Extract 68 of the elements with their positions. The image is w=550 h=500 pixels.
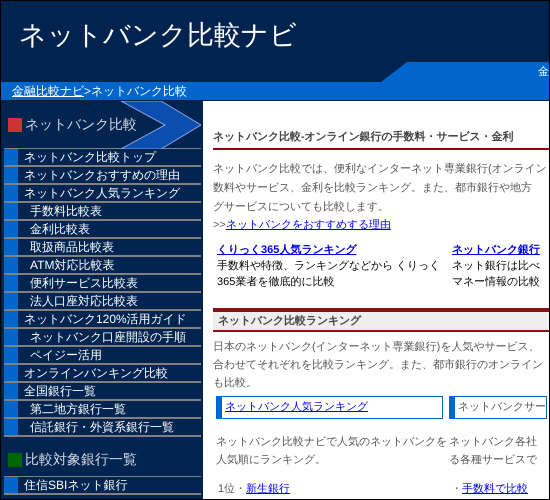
sidebar-link[interactable]: 手数料比較表 bbox=[30, 202, 102, 220]
column-description: ネットバンク各社 bbox=[449, 435, 537, 450]
sidebar-link[interactable]: 便利サービス比較表 bbox=[30, 274, 138, 292]
tab-label[interactable]: 金 bbox=[538, 64, 549, 80]
bullet-square-icon bbox=[4, 221, 18, 237]
bullet-square-icon bbox=[4, 257, 18, 273]
section-title: ネットバンク比較 bbox=[25, 115, 137, 134]
bullet-square-icon bbox=[4, 149, 18, 165]
sidebar-link[interactable]: ネットバンク120%活用ガイド bbox=[24, 310, 187, 328]
bullet-square-icon bbox=[4, 293, 18, 309]
sidebar-link[interactable]: オンラインバンキング比較 bbox=[24, 364, 168, 382]
feature-description: マネー情報の比較 bbox=[452, 275, 540, 290]
entry-prefix: ・ bbox=[451, 483, 462, 495]
sidebar-link[interactable]: 取扱商品比較表 bbox=[30, 238, 114, 256]
column-description: る各種サービスで bbox=[449, 453, 537, 468]
sidebar-link[interactable]: ペイジー活用 bbox=[30, 346, 102, 364]
sidebar-link[interactable]: 法人口座対応比較表 bbox=[30, 292, 138, 310]
bullet-square-icon bbox=[4, 311, 18, 327]
bullet-square-icon bbox=[4, 383, 18, 399]
bullet-square-icon bbox=[4, 203, 18, 219]
feature-link[interactable]: ネットバンク銀行 bbox=[452, 242, 540, 258]
sidebar-link[interactable]: 第二地方銀行一覧 bbox=[30, 400, 126, 418]
site-title: ネットバンク比較ナビ bbox=[19, 19, 297, 52]
sidebar-link[interactable]: 金利比較表 bbox=[30, 220, 90, 238]
entry-link[interactable]: 手数料で比較 bbox=[462, 483, 528, 495]
entry-prefix: 1位・ bbox=[218, 483, 246, 495]
bullet-square-icon bbox=[4, 419, 18, 435]
paragraph-line: 日本のネットバンク(インターネット専業銀行)を人気やサービス、 bbox=[213, 340, 540, 355]
tab-label: ネットバンクサー bbox=[458, 400, 546, 416]
section-heading: ネットバンク比較ランキング bbox=[213, 308, 549, 332]
bullet-square-icon bbox=[4, 477, 18, 493]
paragraph-line: ネットバンク比較では、便利なインターネット専業銀行(オンライン bbox=[213, 162, 548, 176]
bullet-square-icon bbox=[4, 185, 18, 201]
sidebar-link[interactable]: 信託銀行・外資系銀行一覧 bbox=[30, 418, 174, 436]
paragraph-line: 合わせてそれぞれを比較ランキング。また、都市銀行のオンライン bbox=[213, 358, 544, 373]
paragraph-line: も比較。 bbox=[213, 376, 258, 391]
bullet-square-icon bbox=[4, 347, 18, 363]
paragraph-line: グサービスについても比較します。 bbox=[213, 200, 390, 214]
feature-description: 手数料や特徴、ランキングなどから くりっく bbox=[217, 259, 440, 274]
feature-description: 365業者を徹底的に比較 bbox=[217, 274, 334, 290]
bullet-square-icon bbox=[4, 401, 18, 417]
feature-description: ネット銀行は比べ bbox=[452, 259, 540, 274]
link-prefix: >> bbox=[213, 218, 226, 230]
sidebar-link[interactable]: ネットバンク比較トップ bbox=[24, 148, 156, 166]
bullet-square-icon bbox=[4, 365, 18, 381]
paragraph-line: 数料やサービス、金利を比較ランキング。また、都市銀行や地方 bbox=[213, 180, 533, 196]
ranking-tab[interactable]: ネットバンクサー bbox=[449, 396, 547, 419]
sidebar-link[interactable]: ネットバンク人気ランキング bbox=[24, 184, 180, 202]
section-heading: ネットバンク比較-オンライン銀行の手数料・サービス・金利 bbox=[213, 129, 549, 150]
bullet-square-icon bbox=[4, 329, 18, 345]
sidebar-link[interactable]: ATM対応比較表 bbox=[30, 256, 114, 274]
breadcrumb-link[interactable]: 金融比較ナビ bbox=[12, 82, 84, 100]
sidebar-link[interactable]: 住信SBIネット銀行 bbox=[24, 476, 128, 494]
entry-link[interactable]: 新生銀行 bbox=[246, 483, 290, 495]
sidebar-link[interactable]: 全国銀行一覧 bbox=[24, 382, 96, 400]
bullet-square-icon bbox=[4, 239, 18, 255]
breadcrumb-current: >ネットバンク比較 bbox=[84, 83, 188, 100]
column-description: ネットバンク比較ナビで人気のネットバンクを bbox=[216, 435, 447, 450]
bullet-square-icon bbox=[4, 167, 18, 183]
section-title: 比較対象銀行一覧 bbox=[25, 450, 137, 469]
column-description: 人気順にランキング。 bbox=[216, 453, 326, 468]
sidebar-link[interactable]: ネットバンク口座開設の手順 bbox=[30, 328, 186, 346]
sidebar-link[interactable]: ネットバンクおすすめの理由 bbox=[24, 166, 180, 184]
bullet-square-icon bbox=[4, 275, 18, 291]
feature-link[interactable]: くりっく365人気ランキング bbox=[217, 242, 356, 258]
text-link[interactable]: ネットバンクをおすすめする理由 bbox=[226, 218, 391, 230]
ranking-tab[interactable]: ネットバンク人気ランキング bbox=[216, 396, 443, 419]
tab-link[interactable]: ネットバンク人気ランキング bbox=[225, 399, 368, 416]
